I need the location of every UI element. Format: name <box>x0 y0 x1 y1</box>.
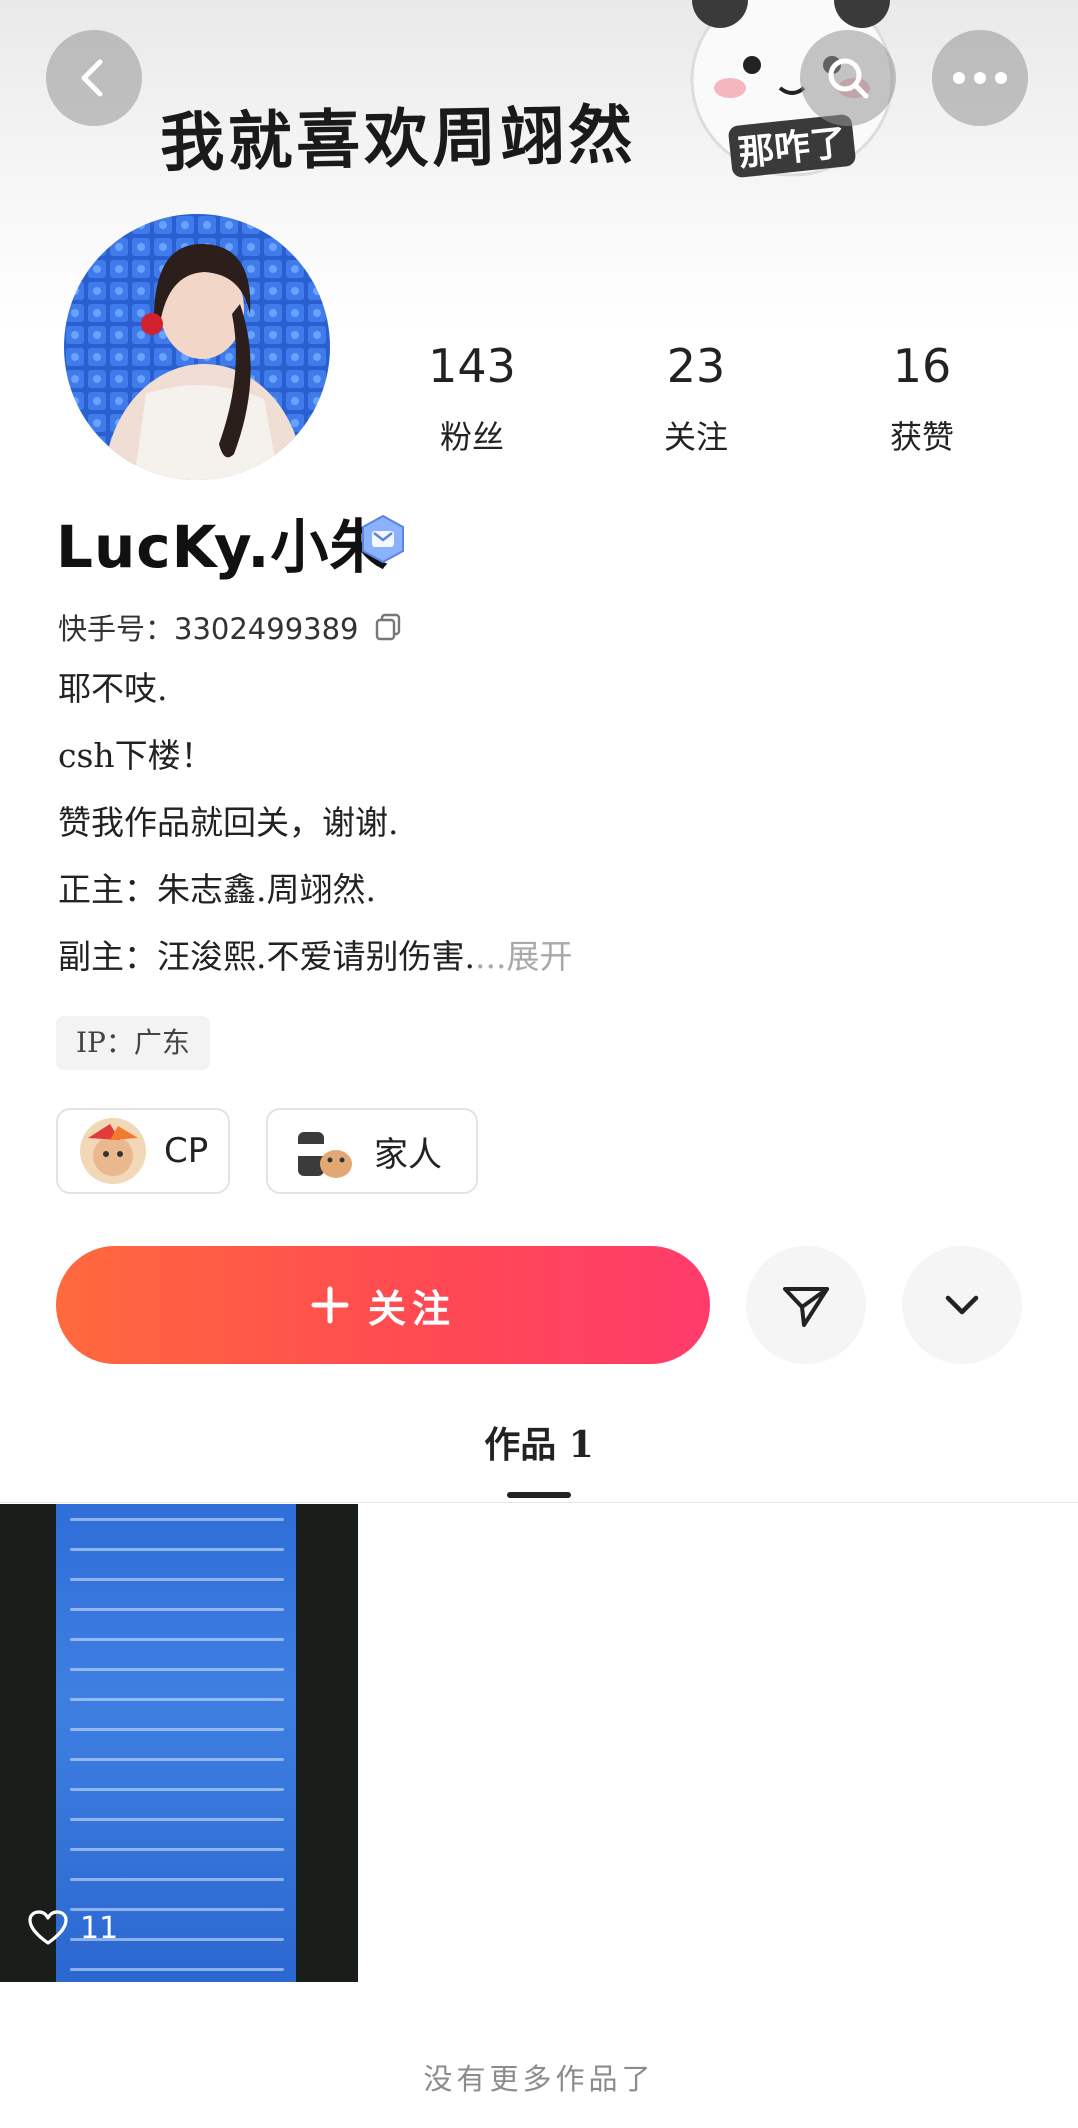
back-button[interactable] <box>46 30 142 126</box>
kwai-id: 快手号：3302499389 <box>58 606 403 648</box>
chip-cp[interactable]: CP <box>56 1108 230 1194</box>
bio-line: 耶不吱. <box>58 669 168 708</box>
family-sticker-icon <box>290 1118 356 1184</box>
bio-line: 副主：汪浚熙.不爱请别伤害. <box>58 937 475 976</box>
follow-button[interactable]: 关注 <box>56 1246 710 1364</box>
bio-line: 正主：朱志鑫.周翊然. <box>58 870 376 909</box>
kwai-id-text: 快手号：3302499389 <box>58 612 359 646</box>
more-button[interactable] <box>932 30 1028 126</box>
message-button[interactable] <box>746 1246 866 1364</box>
copy-icon[interactable] <box>373 612 403 642</box>
bio-line-last: 副主：汪浚熙.不爱请别伤害....展开 <box>58 932 572 999</box>
chip-family-label: 家人 <box>374 1134 442 1175</box>
chip-family[interactable]: 家人 <box>266 1108 478 1194</box>
search-button[interactable] <box>800 30 896 126</box>
back-arrow-icon <box>81 59 103 97</box>
bio: 耶不吱. csh下楼！ 赞我作品就回关，谢谢. 正主：朱志鑫.周翊然. 副主：汪… <box>58 664 572 999</box>
chevron-down-icon <box>945 1295 979 1315</box>
follow-label: 关注 <box>367 1285 456 1331</box>
followers-count: 143 <box>428 339 516 393</box>
ip-location-tag: IP：广东 <box>56 1016 210 1070</box>
chip-cp-label: CP <box>164 1131 209 1171</box>
bio-line: csh下楼！ <box>58 736 214 775</box>
more-dots-icon <box>953 72 1007 84</box>
tab-works[interactable]: 作品 1 <box>0 1416 1078 1468</box>
cp-avatar-icon <box>80 1118 146 1184</box>
work-likes-count: 11 <box>80 1910 119 1946</box>
no-more-works-text: 没有更多作品了 <box>423 2062 655 2096</box>
bio-line: 赞我作品就回关，谢谢. <box>58 803 399 842</box>
send-icon <box>783 1287 829 1327</box>
likes-count: 16 <box>892 339 952 393</box>
heart-icon <box>28 1910 68 1945</box>
stat-following[interactable]: 23 关注 <box>596 340 796 458</box>
work-likes: 11 <box>28 1910 118 1946</box>
banner-text: 我就喜欢周翊然 <box>159 97 637 182</box>
verified-badge-icon <box>362 514 404 564</box>
tab-works-indicator <box>507 1492 571 1498</box>
profile-name: LucKy.小朱 <box>56 513 389 581</box>
search-icon <box>828 58 869 99</box>
bio-expand-link[interactable]: ...展开 <box>475 937 572 976</box>
following-label: 关注 <box>663 418 728 456</box>
followers-label: 粉丝 <box>439 418 504 456</box>
likes-label: 获赞 <box>889 418 954 456</box>
tab-divider <box>0 1502 1078 1503</box>
avatar[interactable] <box>64 214 330 480</box>
stat-likes[interactable]: 16 获赞 <box>822 340 1022 458</box>
stat-followers[interactable]: 143 粉丝 <box>372 340 572 458</box>
expand-button[interactable] <box>902 1246 1022 1364</box>
following-count: 23 <box>666 339 726 393</box>
plus-icon <box>311 1286 349 1324</box>
